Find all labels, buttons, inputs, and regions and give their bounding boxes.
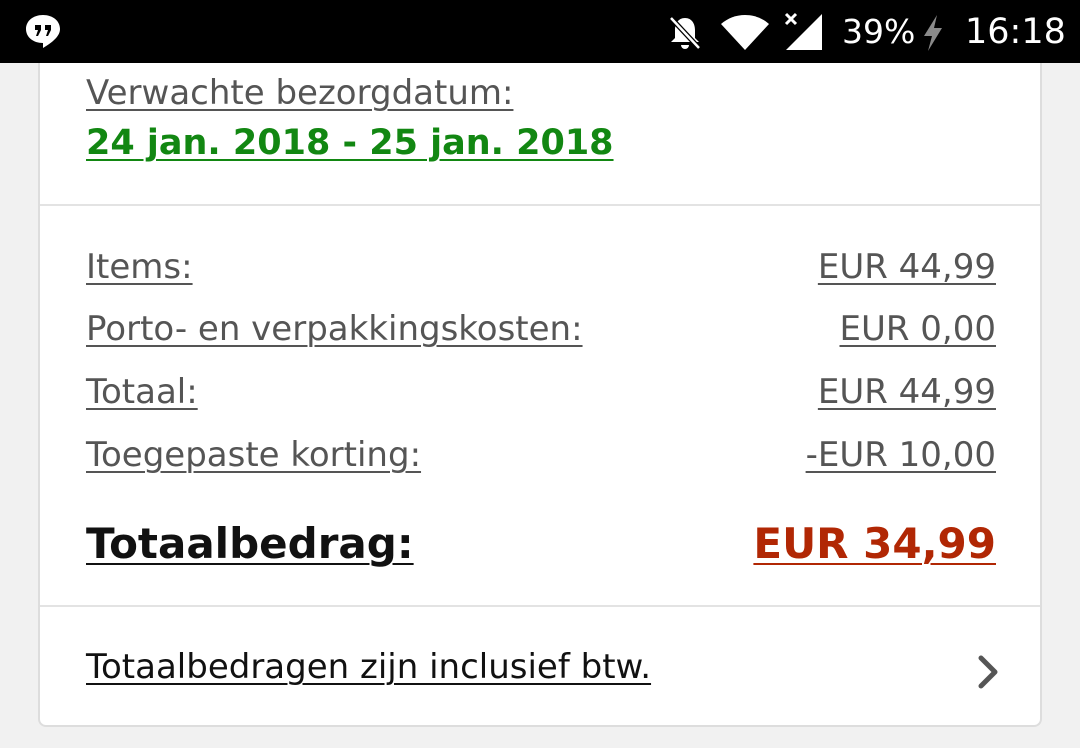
subtotal-label: Totaal: [86,372,198,412]
subtotal-value: EUR 44,99 [817,372,996,412]
items-value: EUR 44,99 [817,247,996,287]
order-summary-card: Verwachte bezorgdatum: 24 jan. 2018 - 25… [38,63,1042,727]
shipping-label: Porto- en verpakkingskosten: [86,309,583,349]
divider [40,605,1040,607]
status-bar: 39% 16:18 [0,0,1080,63]
shipping-value: EUR 0,00 [839,309,996,349]
delivery-date-label: Verwachte bezorgdatum: [86,73,514,113]
vat-info-link[interactable]: Totaalbedragen zijn inclusief btw. [86,647,651,687]
signal-icon [784,12,822,50]
delivery-date-range: 24 jan. 2018 - 25 jan. 2018 [86,123,614,163]
items-label: Items: [86,247,193,287]
discount-value: -EUR 10,00 [805,435,996,475]
chevron-right-icon[interactable] [976,653,1002,691]
discount-label: Toegepaste korting: [86,435,422,475]
order-total-label: Totaalbedrag: [86,519,414,568]
divider [40,204,1040,206]
wifi-icon [721,15,769,50]
bell-off-icon [669,16,701,50]
clock: 16:18 [965,12,1066,52]
hangouts-icon [26,15,60,48]
order-total-value: EUR 34,99 [753,519,996,568]
charging-bolt-icon [924,15,942,51]
battery-percentage: 39% [842,12,916,51]
